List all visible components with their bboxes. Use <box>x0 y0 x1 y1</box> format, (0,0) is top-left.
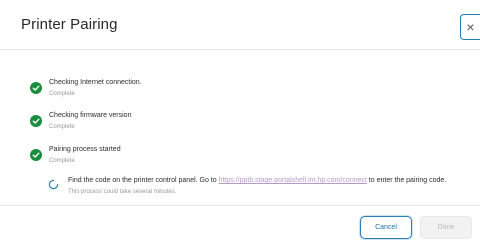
close-button[interactable]: × <box>460 14 480 40</box>
cancel-button[interactable]: Cancel <box>360 216 412 239</box>
step-status: Complete <box>49 91 75 97</box>
pairing-instruction-text: Find the code on the printer control pan… <box>68 177 446 184</box>
step-title: Pairing process started <box>49 146 121 153</box>
step-status: Complete <box>49 158 75 164</box>
pairing-link[interactable]: https://pptb.stage.portalshell.int.hp.co… <box>219 177 367 184</box>
pairing-text-before: Find the code on the printer control pan… <box>68 177 219 184</box>
close-icon: × <box>466 19 475 35</box>
step-title: Checking Internet connection. <box>49 79 142 86</box>
pairing-subtext: This process could take several minutes. <box>68 189 177 195</box>
check-circle-icon <box>30 149 42 161</box>
dialog-title: Printer Pairing <box>21 16 118 33</box>
pairing-text-after: to enter the pairing code. <box>366 177 447 184</box>
check-circle-icon <box>30 115 42 127</box>
printer-pairing-dialog: Printer Pairing × Checking Internet conn… <box>0 0 480 247</box>
spinner-icon <box>48 179 59 190</box>
pairing-instructions: Find the code on the printer control pan… <box>48 177 468 201</box>
step-title: Checking firmware version <box>49 112 132 119</box>
check-circle-icon <box>30 82 42 94</box>
done-button[interactable]: Done <box>420 216 472 239</box>
dialog-header: Printer Pairing × <box>0 0 480 50</box>
step-status: Complete <box>49 124 75 130</box>
